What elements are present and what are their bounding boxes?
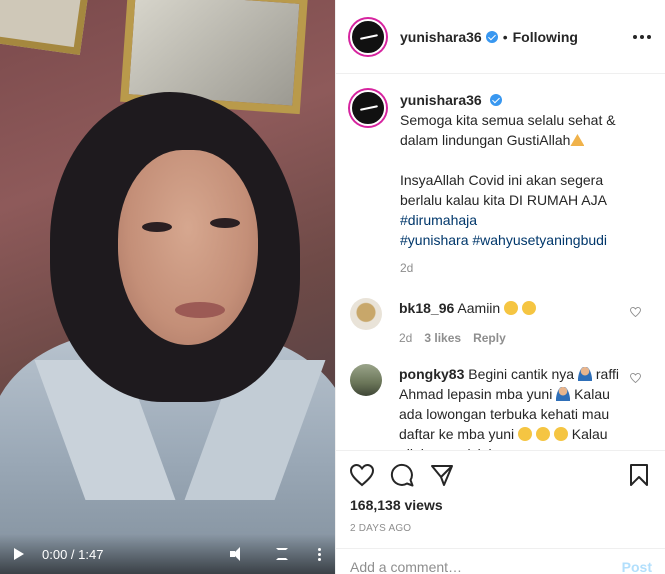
video-subject-eye bbox=[142, 222, 172, 232]
like-heart-icon[interactable] bbox=[350, 463, 374, 487]
reply-button[interactable]: Reply bbox=[473, 328, 506, 348]
comment-text: Aamiin bbox=[457, 300, 501, 316]
caption-username[interactable]: yunishara36 bbox=[400, 92, 482, 108]
save-bookmark-icon[interactable] bbox=[627, 463, 651, 487]
avatar[interactable] bbox=[350, 364, 382, 396]
person-emoji-icon bbox=[577, 367, 592, 381]
post-panel: yunishara36 • Following yunishara36 Semo… bbox=[335, 0, 665, 574]
clapping-emoji-icon bbox=[504, 301, 519, 315]
verified-badge-icon bbox=[489, 94, 502, 106]
comment-text: Begini cantik nya bbox=[468, 366, 575, 382]
fullscreen-icon[interactable] bbox=[276, 548, 288, 560]
face-emoji-icon bbox=[553, 427, 568, 441]
more-vertical-icon[interactable] bbox=[318, 547, 321, 561]
person-emoji-icon bbox=[556, 387, 571, 401]
caption-age: 2d bbox=[400, 261, 414, 275]
video-subject-lips bbox=[175, 302, 225, 318]
comment-input[interactable] bbox=[350, 559, 622, 574]
comment-age: 2d bbox=[399, 331, 413, 345]
avatar[interactable] bbox=[350, 18, 386, 55]
share-paper-plane-icon[interactable] bbox=[430, 463, 454, 487]
more-options-icon[interactable] bbox=[633, 34, 651, 39]
comment-item: pongky83 Begini cantik nya raffi Ahmad l… bbox=[350, 364, 651, 450]
video-player[interactable]: 0:00 / 1:47 bbox=[0, 0, 335, 574]
video-controls: 0:00 / 1:47 bbox=[0, 534, 335, 574]
comment-username[interactable]: pongky83 bbox=[399, 366, 464, 382]
post-header: yunishara36 • Following bbox=[336, 0, 665, 74]
video-controls-right bbox=[230, 547, 321, 561]
praying-hands-emoji-icon bbox=[570, 134, 585, 146]
header-username[interactable]: yunishara36 bbox=[400, 29, 482, 45]
video-subject-eye bbox=[210, 218, 240, 228]
avatar[interactable] bbox=[350, 298, 382, 330]
comment-likes[interactable]: 3 likes bbox=[424, 328, 461, 348]
hashtag-link[interactable]: #dirumahaja bbox=[400, 210, 624, 230]
action-bar bbox=[350, 459, 651, 491]
view-count[interactable]: 168,138 views bbox=[350, 497, 651, 513]
post-comment-button[interactable]: Post bbox=[622, 559, 652, 574]
grinning-emoji-icon bbox=[518, 427, 533, 441]
comment-item: bk18_96 Aamiin 2d 3 likes Reply bbox=[350, 298, 651, 348]
volume-icon[interactable] bbox=[230, 547, 246, 561]
face-emoji-icon bbox=[535, 427, 550, 441]
post-date[interactable]: 2 DAYS AGO bbox=[350, 523, 651, 534]
like-comment-heart-icon[interactable] bbox=[630, 373, 641, 383]
verified-badge-icon bbox=[485, 30, 498, 43]
comments-list[interactable]: yunishara36 Semoga kita semua selalu seh… bbox=[336, 74, 665, 450]
caption-line: Semoga kita semua selalu sehat & dalam l… bbox=[400, 112, 616, 148]
following-button[interactable]: Following bbox=[513, 29, 578, 45]
comment-username[interactable]: bk18_96 bbox=[399, 300, 454, 316]
avatar[interactable] bbox=[350, 90, 386, 126]
wall-picture-frame bbox=[0, 0, 90, 55]
play-icon[interactable] bbox=[14, 548, 24, 560]
like-comment-heart-icon[interactable] bbox=[630, 307, 641, 317]
comment-bubble-icon[interactable] bbox=[390, 463, 414, 487]
comment-meta: 2d 3 likes Reply bbox=[399, 328, 625, 348]
separator: • bbox=[502, 28, 508, 45]
caption-text: Semoga kita semua selalu sehat & dalam l… bbox=[400, 110, 624, 150]
caption: yunishara36 Semoga kita semua selalu seh… bbox=[350, 90, 651, 278]
add-comment-bar: Post bbox=[336, 548, 665, 574]
hashtag-link[interactable]: #yunishara #wahyusetyaningbudi bbox=[400, 230, 624, 250]
caption-line: InsyaAllah Covid ini akan segera berlalu… bbox=[400, 172, 607, 208]
video-time: 0:00 / 1:47 bbox=[42, 546, 104, 562]
smiling-face-emoji-icon bbox=[521, 301, 536, 315]
